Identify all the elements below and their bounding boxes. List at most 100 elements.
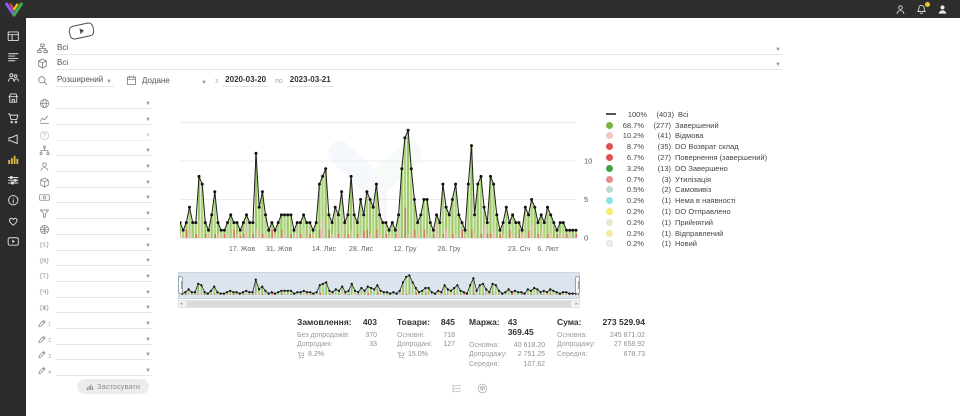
sidebar-item-store[interactable]: [0, 88, 26, 109]
legend-item[interactable]: 3.2% (13) DO Завершено: [606, 163, 767, 174]
left-filter-select-15[interactable]: ▼: [56, 318, 152, 329]
search-mode-select[interactable]: Розширений ▼: [56, 75, 114, 87]
left-filter-select-4[interactable]: ▼: [56, 145, 152, 156]
date-to-input[interactable]: 2023-03-21: [287, 75, 334, 87]
legend-item[interactable]: 0.2% (1) Новий: [606, 239, 767, 250]
sidebar-item-info[interactable]: [0, 190, 26, 211]
apply-button[interactable]: Застосувати: [77, 379, 149, 394]
legend-item[interactable]: 0.2% (1) Прийнятий: [606, 217, 767, 228]
left-filter-select-8[interactable]: ▼: [56, 208, 152, 219]
account-icon[interactable]: [937, 4, 948, 15]
sidebar-item-statistics[interactable]: [0, 149, 26, 170]
legend-label: Утилізація: [675, 175, 711, 184]
chevron-down-icon: ▼: [144, 101, 152, 108]
sidebar-item-partners[interactable]: [0, 211, 26, 232]
left-filter-12: {T} ▼: [26, 269, 162, 285]
stat-subvalue: 370: [365, 331, 377, 341]
legend-item[interactable]: 100% (403) Всі: [606, 109, 767, 120]
legend-percent: 0.2%: [617, 229, 644, 238]
sidebar-item-integrations[interactable]: [0, 170, 26, 191]
left-filter-select-7[interactable]: ▼: [56, 192, 152, 203]
left-filter-select-2[interactable]: ▼: [56, 114, 152, 125]
brand-logo-icon[interactable]: [4, 2, 24, 17]
left-filter-1: ▼: [26, 96, 162, 112]
package-view-icon[interactable]: [477, 383, 488, 394]
date-from-input[interactable]: 2020-03-20: [222, 75, 269, 87]
report-list-icon[interactable]: [451, 383, 462, 394]
help-circle-icon: [39, 130, 50, 141]
stat-subrow: Середня:678.73: [557, 350, 645, 360]
scroll-left-arrow[interactable]: ◂: [180, 301, 183, 307]
left-filter-select-6[interactable]: ▼: [56, 177, 152, 188]
legend-item[interactable]: 6.7% (27) Повернення (завершений): [606, 152, 767, 163]
svg-text:28. Лис: 28. Лис: [349, 244, 374, 253]
legend-label: Прийнятий: [675, 218, 713, 227]
chevron-down-icon: ▼: [144, 321, 152, 328]
date-from-label: з: [215, 78, 218, 85]
left-filter-7: ▼: [26, 190, 162, 206]
left-filter-select-16[interactable]: ▼: [56, 334, 152, 345]
stat-value: 403: [363, 317, 377, 327]
brush-handle-right[interactable]: [575, 276, 580, 294]
chevron-down-icon: ▼: [773, 62, 783, 69]
chart-scrollbar[interactable]: ◂ ⋮⋮⋮ ▸: [178, 300, 580, 308]
orders-chart[interactable]: 051017. Жов31. Жов14. Лис28. Лис12. Гру2…: [180, 98, 610, 258]
chevron-down-icon[interactable]: ▼: [197, 80, 209, 87]
legend-percent: 10.2%: [617, 131, 644, 140]
left-filter-select-12[interactable]: ▼: [56, 271, 152, 282]
legend-item[interactable]: 0.7% (3) Утилізація: [606, 174, 767, 185]
legend-swatch: [606, 197, 613, 204]
chevron-down-icon: ▼: [144, 368, 152, 375]
svg-text:17. Жов: 17. Жов: [229, 244, 256, 253]
stat-column: Маржа:43 369.45Основна:40 618.20Допродаж…: [469, 317, 545, 370]
legend-swatch: [606, 240, 613, 247]
legend-percent: 0.2%: [617, 218, 644, 227]
left-filter-select-9[interactable]: ▼: [56, 224, 152, 235]
sidebar-item-orders[interactable]: [0, 47, 26, 68]
profile-glyph: [895, 4, 906, 15]
scrollbar-thumb[interactable]: ⋮⋮⋮: [187, 301, 571, 307]
sidebar-item-marketing[interactable]: [0, 129, 26, 150]
sidebar-item-customers[interactable]: [0, 67, 26, 88]
legend-swatch: [606, 132, 613, 139]
products-select[interactable]: Всі ▼: [56, 58, 783, 70]
left-filter-select-1[interactable]: ▼: [56, 98, 152, 109]
legend-item[interactable]: 8.7% (35) DO Возврат склад: [606, 141, 767, 152]
legend-item[interactable]: 10.2% (41) Відмова: [606, 131, 767, 142]
legend-percent: 8.7%: [617, 142, 644, 151]
left-filter-select-10[interactable]: ▼: [56, 240, 152, 251]
legend-item[interactable]: 0.2% (1) Відправлений: [606, 228, 767, 239]
profile-icon[interactable]: [895, 4, 906, 15]
pencil-icon: [37, 318, 47, 329]
left-filter-select-11[interactable]: ▼: [56, 255, 152, 266]
left-filter-select-3[interactable]: ▼: [56, 130, 152, 141]
left-filter-select-5[interactable]: ▼: [56, 161, 152, 172]
stat-sublabel: Допродані:: [297, 340, 332, 350]
notifications-icon[interactable]: [916, 4, 927, 15]
left-filter-select-13[interactable]: ▼: [56, 287, 152, 298]
left-filter-select-14[interactable]: ▼: [56, 302, 152, 313]
legend-item[interactable]: 0.2% (1) Нема в наявності: [606, 195, 767, 206]
stat-value: 273 529.94: [602, 317, 645, 327]
sidebar-item-dashboard[interactable]: [0, 26, 26, 47]
left-filter-11: {M} ▼: [26, 253, 162, 269]
legend-item[interactable]: 68.7% (277) Завершений: [606, 120, 767, 131]
scroll-right-arrow[interactable]: ▸: [575, 301, 578, 307]
chevron-down-icon: ▼: [144, 243, 152, 250]
sidebar-item-purchases[interactable]: [0, 108, 26, 129]
date-field-select[interactable]: Додане: [141, 76, 197, 87]
search-icon[interactable]: [37, 75, 48, 86]
chevron-down-icon: ▼: [144, 352, 152, 359]
video-badge-icon[interactable]: [68, 22, 95, 41]
left-filter-select-17[interactable]: ▼: [56, 349, 152, 360]
chart-brush[interactable]: [178, 272, 580, 299]
sidebar-item-tutorials[interactable]: [0, 231, 26, 252]
brush-handle-left[interactable]: [178, 276, 183, 294]
legend-count: (403): [647, 110, 674, 119]
source-select[interactable]: Всі ▼: [56, 43, 783, 55]
left-filter-select-18[interactable]: ▼: [56, 365, 152, 376]
legend-item[interactable]: 0.2% (1) DO Отправлено: [606, 206, 767, 217]
date-to-label: по: [275, 78, 283, 85]
legend-item[interactable]: 0.5% (2) Самовивіз: [606, 185, 767, 196]
products-select-value: Всі: [56, 58, 68, 69]
